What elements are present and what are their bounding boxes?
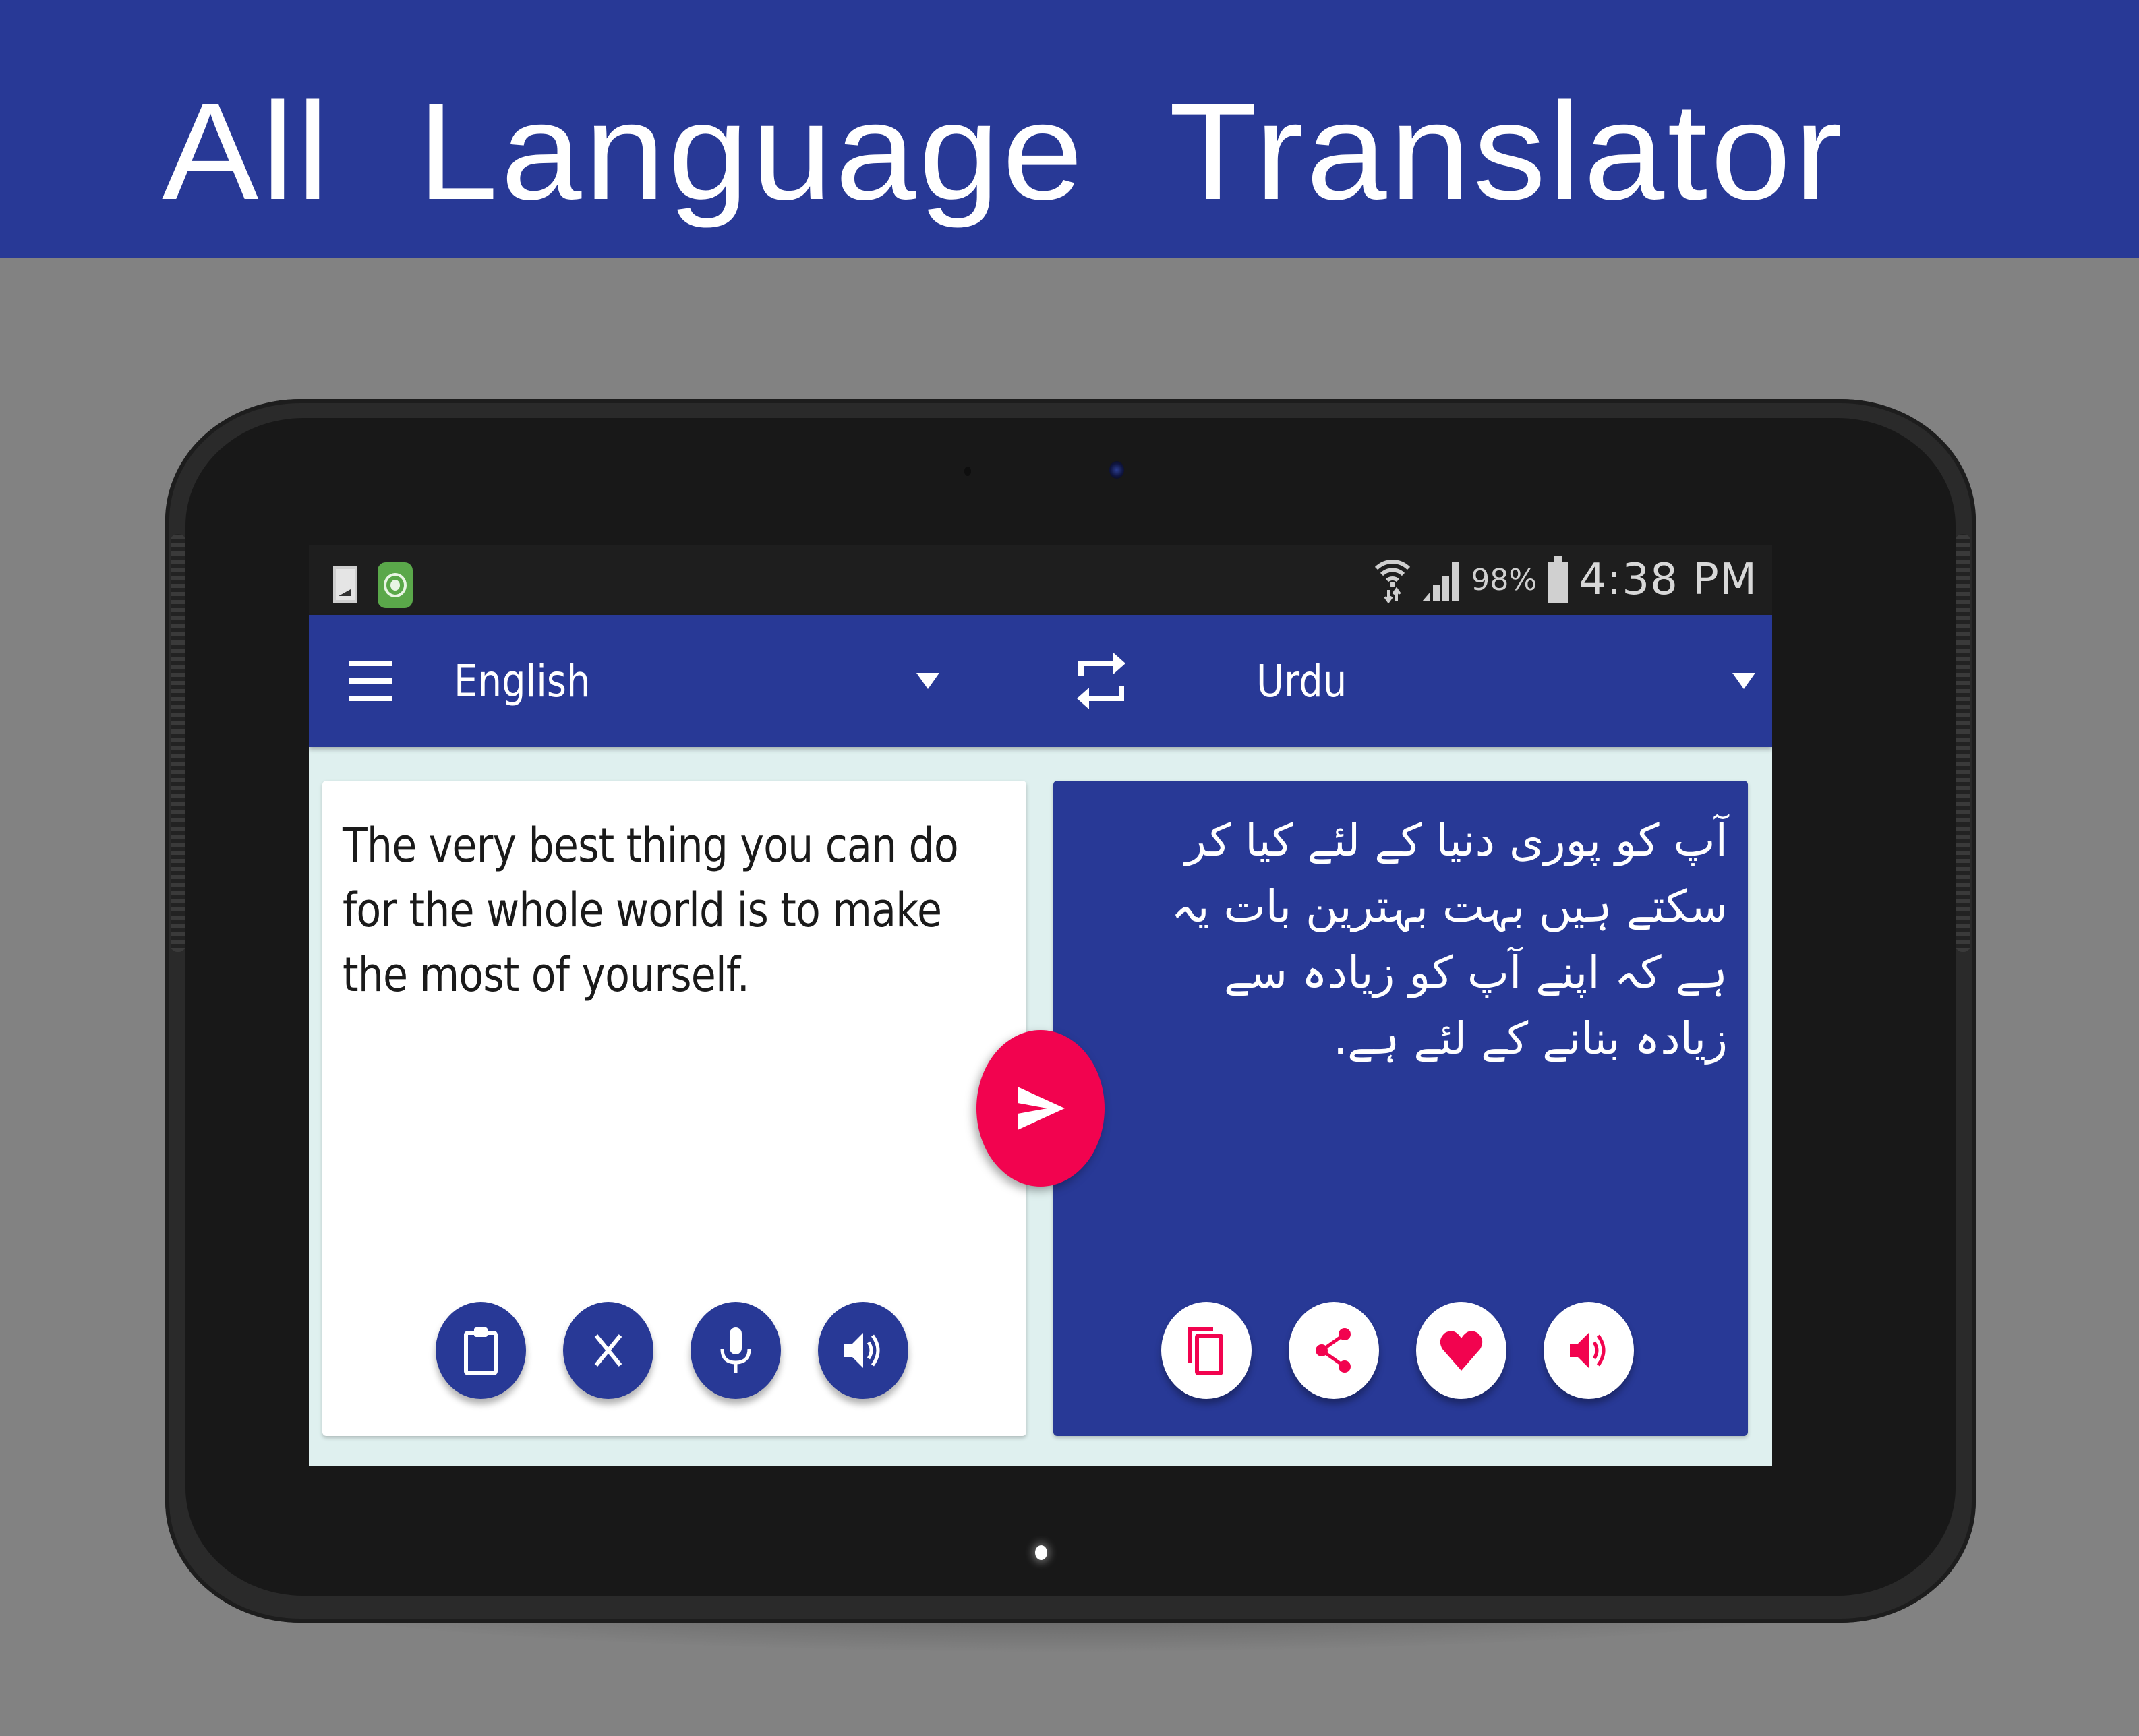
target-language-label: Urdu bbox=[1256, 655, 1347, 707]
heart-icon bbox=[1440, 1331, 1483, 1371]
target-actions bbox=[1161, 1302, 1634, 1399]
promo-banner: All Language Translator bbox=[0, 0, 2139, 258]
source-language-dropdown[interactable]: English bbox=[454, 642, 939, 720]
speaker-icon bbox=[1570, 1333, 1606, 1368]
translated-text-card: آپ کو پوری دنیا کے لئے کیا کر سکتے ہیں ب… bbox=[1053, 781, 1748, 1436]
favorite-button[interactable] bbox=[1416, 1302, 1506, 1399]
clear-button[interactable] bbox=[563, 1302, 653, 1399]
home-indicator-light bbox=[1035, 1545, 1047, 1560]
banner-title: All Language Translator bbox=[162, 74, 1846, 229]
translate-button[interactable] bbox=[976, 1030, 1105, 1187]
hamburger-menu-icon[interactable] bbox=[349, 661, 392, 701]
dropdown-caret-icon bbox=[1732, 673, 1755, 689]
source-text-card: The very best thing you can do for the w… bbox=[322, 781, 1026, 1436]
translated-text: آپ کو پوری دنیا کے لئے کیا کر سکتے ہیں ب… bbox=[1171, 814, 1728, 1065]
voice-input-button[interactable] bbox=[691, 1302, 781, 1399]
clipboard-icon bbox=[464, 1327, 498, 1375]
send-icon bbox=[1018, 1087, 1065, 1130]
target-language-dropdown[interactable]: Urdu bbox=[1256, 642, 1755, 720]
app-screen: 98% 4:38 PM English Urdu The very best t… bbox=[309, 545, 1772, 1466]
speaker-grille-right bbox=[1956, 534, 1970, 952]
clock: 4:38 PM bbox=[1579, 555, 1757, 605]
source-language-label: English bbox=[454, 655, 591, 707]
battery-icon bbox=[1548, 556, 1569, 603]
speak-source-button[interactable] bbox=[818, 1302, 908, 1399]
app-toolbar: English Urdu bbox=[309, 615, 1772, 747]
speaker-icon bbox=[844, 1333, 880, 1368]
gallery-notification-icon bbox=[333, 566, 357, 603]
close-icon bbox=[594, 1334, 622, 1367]
swap-languages-icon[interactable] bbox=[1074, 649, 1128, 713]
wifi-icon bbox=[1375, 560, 1411, 603]
microphone-icon bbox=[720, 1327, 751, 1373]
paste-button[interactable] bbox=[436, 1302, 526, 1399]
source-actions bbox=[436, 1302, 908, 1399]
status-bar: 98% 4:38 PM bbox=[309, 545, 1772, 615]
copy-button[interactable] bbox=[1161, 1302, 1252, 1399]
app-notification-icon bbox=[378, 562, 413, 608]
dropdown-caret-icon bbox=[916, 673, 939, 689]
light-sensor bbox=[964, 467, 971, 476]
front-camera bbox=[1109, 461, 1124, 479]
copy-icon bbox=[1188, 1327, 1223, 1375]
source-text-input[interactable]: The very best thing you can do for the w… bbox=[343, 813, 987, 1007]
share-icon bbox=[1316, 1328, 1351, 1373]
share-button[interactable] bbox=[1289, 1302, 1379, 1399]
battery-percent: 98% bbox=[1471, 562, 1537, 597]
status-indicators: 98% 4:38 PM bbox=[1374, 545, 1757, 615]
speak-target-button[interactable] bbox=[1544, 1302, 1634, 1399]
cellular-signal-icon bbox=[1422, 562, 1459, 601]
speaker-grille-left bbox=[171, 534, 185, 952]
